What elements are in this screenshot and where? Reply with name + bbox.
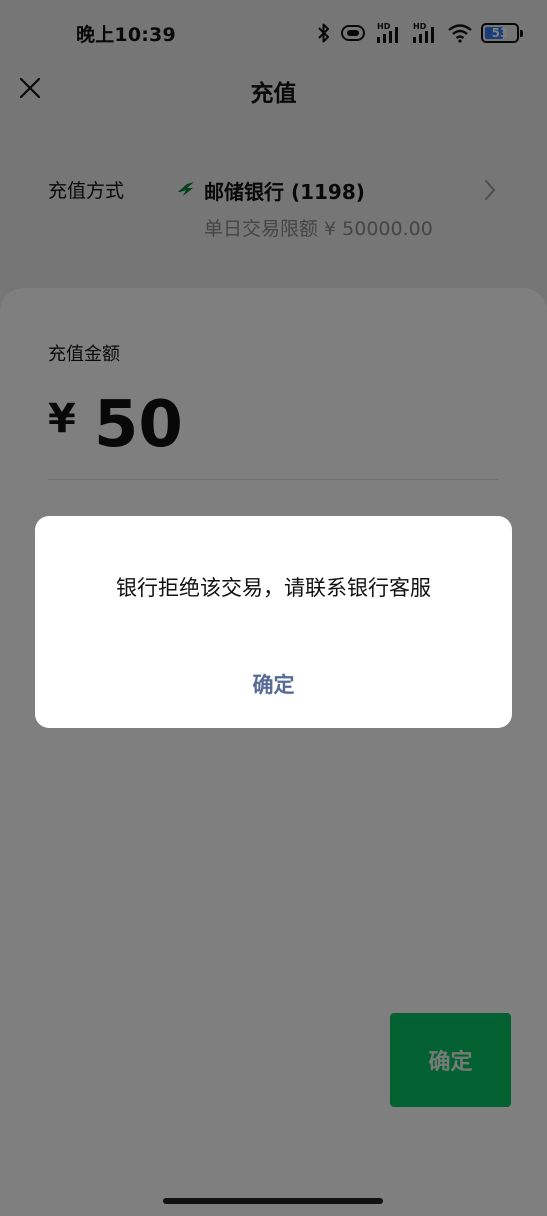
dialog-confirm-button[interactable]: 确定 bbox=[35, 660, 512, 710]
dialog-message: 银行拒绝该交易，请联系银行客服 bbox=[116, 576, 431, 600]
home-indicator[interactable] bbox=[163, 1198, 383, 1204]
alert-dialog: 银行拒绝该交易，请联系银行客服 确定 bbox=[35, 516, 512, 728]
recharge-screen: 晚上10:39 HD HD bbox=[0, 0, 547, 1216]
